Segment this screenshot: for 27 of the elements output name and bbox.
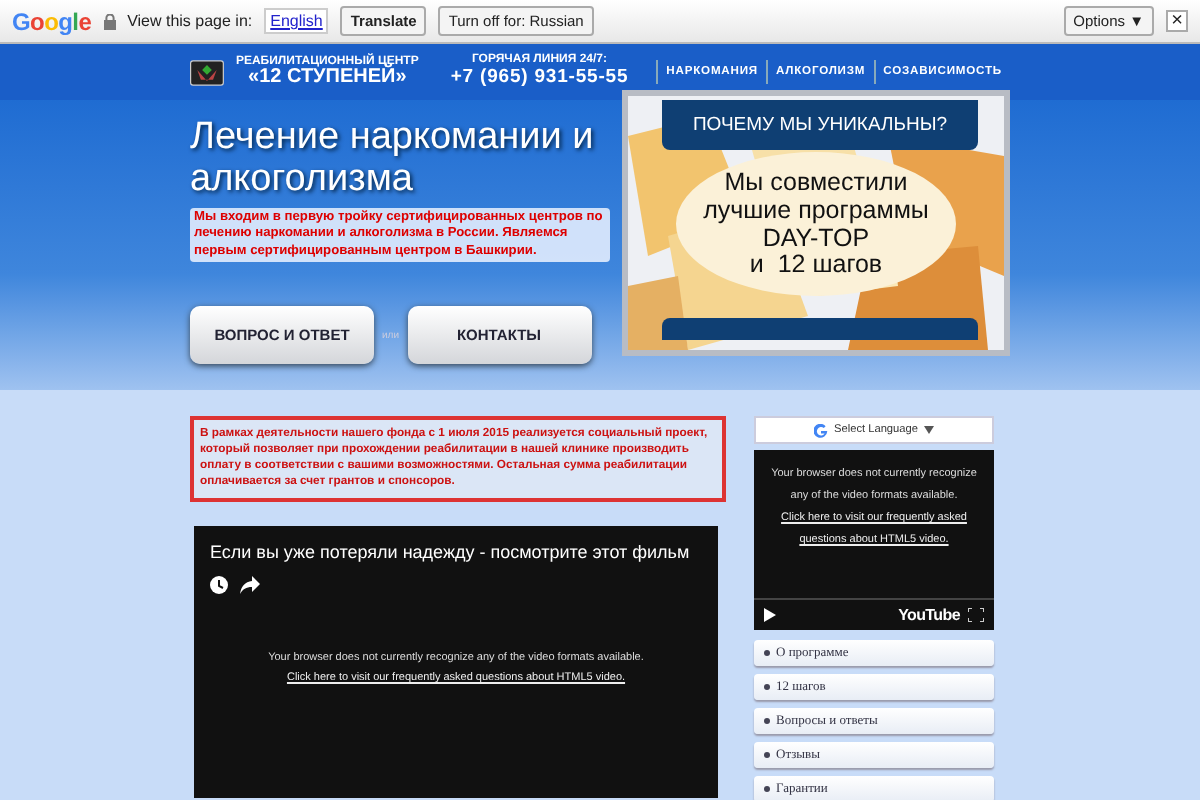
youtube-logo[interactable]: YouTube bbox=[898, 606, 960, 624]
share-icon[interactable] bbox=[240, 575, 260, 594]
language-dropdown[interactable]: English bbox=[264, 8, 329, 34]
clock-icon[interactable] bbox=[210, 575, 228, 594]
bullet-icon bbox=[764, 684, 770, 690]
banner-text-line: Мы совместили bbox=[724, 170, 908, 198]
bullet-icon bbox=[764, 786, 770, 792]
dropdown-arrow-icon bbox=[924, 426, 934, 434]
lock-icon bbox=[103, 13, 116, 29]
banner[interactable]: ПОЧЕМУ МЫ УНИКАЛЬНЫ? Мы совместили лучшие программы DAY-TOP и 12 шагов bbox=[622, 90, 1010, 356]
phone-number: +7 (965) 931-55-55 bbox=[450, 68, 629, 90]
google-logo: Google bbox=[12, 7, 92, 35]
bullet-icon bbox=[764, 650, 770, 656]
video-title: Если вы уже потеряли надежду - посмотрите этот фильм bbox=[208, 539, 692, 562]
play-icon[interactable] bbox=[764, 608, 776, 622]
hero-title: Лечение наркомании и алкоголизма bbox=[190, 116, 596, 202]
bullet-icon bbox=[764, 752, 770, 758]
banner-text-line: лучшие программы bbox=[703, 197, 929, 225]
banner-text-line: DAY-TOP bbox=[762, 225, 870, 253]
close-button[interactable]: × bbox=[1166, 10, 1188, 32]
org-name: «12 СТУПЕНЕЙ» bbox=[248, 68, 407, 88]
fullscreen-icon[interactable] bbox=[968, 608, 984, 622]
banner-heading: ПОЧЕМУ МЫ УНИКАЛЬНЫ? bbox=[662, 100, 978, 150]
bullet-icon bbox=[764, 718, 770, 724]
google-g-icon bbox=[814, 423, 828, 437]
translate-prompt: View this page in: bbox=[127, 12, 253, 30]
banner-text-line: и 12 шагов bbox=[749, 252, 883, 280]
